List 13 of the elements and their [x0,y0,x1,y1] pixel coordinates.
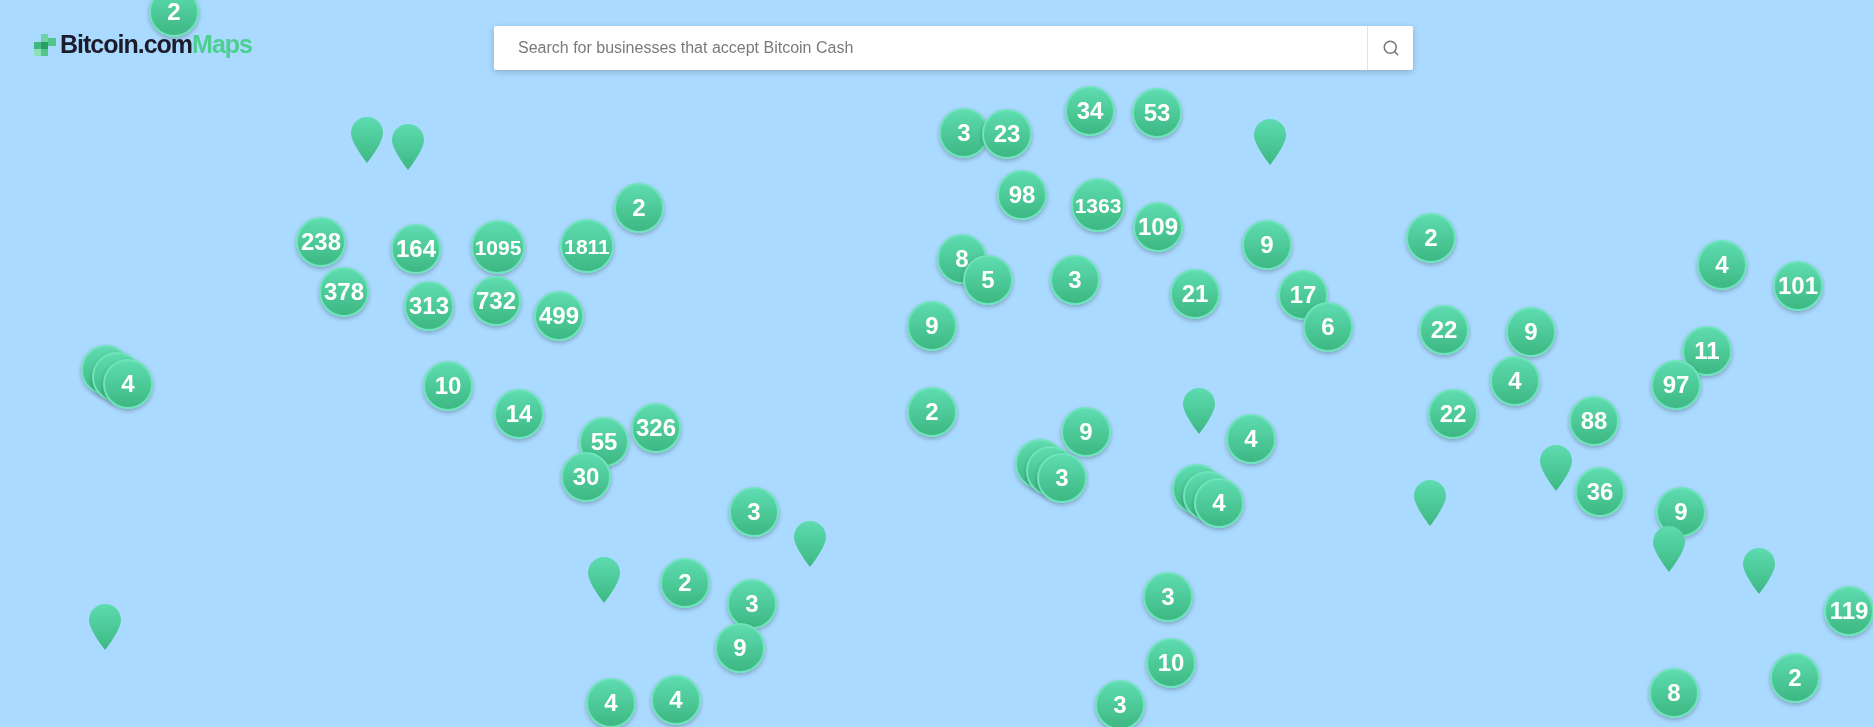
map-pin-icon[interactable] [350,116,384,164]
map-pin-icon[interactable] [1742,547,1776,595]
map-pin-icon[interactable] [1413,479,1447,527]
search-icon [1381,39,1400,57]
map-pin-icon[interactable] [1182,387,1216,435]
map-pin-icon[interactable] [793,520,827,568]
map-pin-icon[interactable] [1539,444,1573,492]
map-pin-icon[interactable] [88,603,122,651]
map-pin-icon[interactable] [1652,525,1686,573]
map-pin-icon[interactable] [391,123,425,171]
map-pin-icon[interactable] [587,556,621,604]
map-pin-icon[interactable] [1253,118,1287,166]
logo-icon [34,33,56,56]
